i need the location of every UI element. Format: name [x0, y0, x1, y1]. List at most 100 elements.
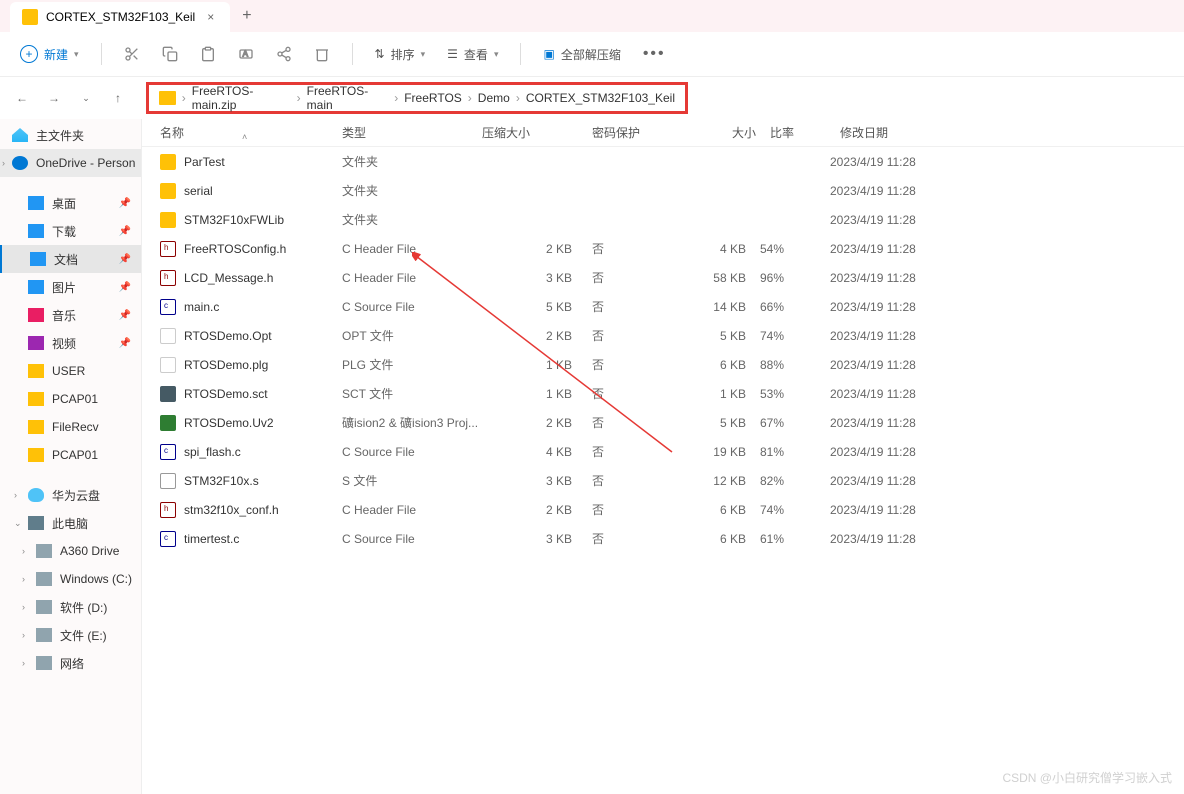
sidebar-drive[interactable]: ›A360 Drive	[0, 537, 141, 565]
file-ratio: 81%	[760, 445, 830, 459]
back-button[interactable]: ←	[10, 86, 34, 110]
file-ratio: 54%	[760, 242, 830, 256]
new-tab-button[interactable]: +	[230, 7, 263, 25]
folder-icon	[30, 252, 46, 266]
breadcrumb-segment[interactable]: CORTEX_STM32F103_Keil	[520, 91, 681, 105]
file-row[interactable]: ParTest 文件夹 2023/4/19 11:28	[142, 147, 1184, 176]
active-tab[interactable]: CORTEX_STM32F103_Keil ×	[10, 2, 230, 32]
new-button[interactable]: + 新建 ▾	[12, 41, 87, 67]
file-name: stm32f10x_conf.h	[184, 503, 279, 517]
sidebar-drive[interactable]: ›文件 (E:)	[0, 621, 141, 649]
extract-all-button[interactable]: ▣ 全部解压缩	[535, 42, 628, 67]
sidebar-item[interactable]: 桌面📌	[0, 189, 141, 217]
rename-icon[interactable]: A	[230, 38, 262, 70]
chevron-right-icon[interactable]: ›	[22, 546, 25, 556]
sort-icon: ⇅	[375, 47, 385, 61]
sidebar-item-label: OneDrive - Person	[36, 156, 135, 170]
column-name[interactable]: 名称˄	[142, 124, 342, 141]
sidebar-item-label: 文档	[54, 251, 78, 268]
file-row[interactable]: serial 文件夹 2023/4/19 11:28	[142, 176, 1184, 205]
file-row[interactable]: stm32f10x_conf.h C Header File 2 KB 否 6 …	[142, 495, 1184, 524]
file-icon	[160, 473, 176, 489]
file-date: 2023/4/19 11:28	[830, 213, 970, 227]
chevron-right-icon[interactable]: ›	[22, 658, 25, 668]
file-size: 6 KB	[652, 532, 760, 546]
sort-button[interactable]: ⇅ 排序 ▾	[367, 42, 434, 67]
sidebar-item-label: 软件 (D:)	[60, 599, 107, 616]
annotation-arrow	[412, 252, 692, 472]
view-button[interactable]: ☰ 查看 ▾	[439, 42, 506, 67]
chevron-down-icon[interactable]: ⌄	[14, 518, 22, 529]
sidebar-drive[interactable]: › 软件 (D:)	[0, 593, 141, 621]
forward-button[interactable]: →	[42, 86, 66, 110]
column-csize[interactable]: 压缩大小	[482, 124, 592, 141]
file-csize: 2 KB	[482, 503, 582, 517]
pin-icon: 📌	[119, 282, 131, 293]
chevron-right-icon[interactable]: ›	[22, 574, 25, 584]
column-type[interactable]: 类型	[342, 124, 482, 141]
sidebar-home[interactable]: 主文件夹	[0, 121, 141, 149]
paste-icon[interactable]	[192, 38, 224, 70]
file-icon	[160, 531, 176, 547]
folder-icon	[28, 224, 44, 238]
body: 主文件夹 › OneDrive - Person 桌面📌下载📌文档📌图片📌音乐📌…	[0, 119, 1184, 794]
up-button[interactable]: ↑	[106, 86, 130, 110]
drive-icon	[36, 656, 52, 670]
pin-icon: 📌	[119, 254, 131, 265]
sidebar-item[interactable]: PCAP01	[0, 385, 141, 413]
pin-icon: 📌	[119, 310, 131, 321]
column-ratio[interactable]: 比率	[770, 124, 840, 141]
sidebar-thispc[interactable]: ⌄ 此电脑	[0, 509, 141, 537]
chevron-right-icon[interactable]: ›	[22, 630, 25, 640]
sidebar-drive[interactable]: ›网络	[0, 649, 141, 677]
file-icon	[160, 154, 176, 170]
sidebar-cloud[interactable]: › 华为云盘	[0, 481, 141, 509]
copy-icon[interactable]	[154, 38, 186, 70]
file-csize: 3 KB	[482, 474, 582, 488]
divider	[101, 43, 102, 65]
folder-icon	[22, 9, 38, 25]
sidebar-item[interactable]: 视频📌	[0, 329, 141, 357]
breadcrumb-segment[interactable]: FreeRTOS	[398, 91, 468, 105]
sidebar-item[interactable]: FileRecv	[0, 413, 141, 441]
chevron-right-icon[interactable]: ›	[22, 602, 25, 612]
sidebar-item[interactable]: 下载📌	[0, 217, 141, 245]
file-icon	[160, 502, 176, 518]
share-icon[interactable]	[268, 38, 300, 70]
delete-icon[interactable]	[306, 38, 338, 70]
sidebar-item[interactable]: 音乐📌	[0, 301, 141, 329]
close-icon[interactable]: ×	[203, 10, 218, 24]
file-date: 2023/4/19 11:28	[830, 184, 970, 198]
sidebar: 主文件夹 › OneDrive - Person 桌面📌下载📌文档📌图片📌音乐📌…	[0, 119, 142, 794]
chevron-down-icon: ▾	[74, 49, 79, 60]
sort-asc-icon: ˄	[242, 132, 247, 142]
file-row[interactable]: STM32F10xFWLib 文件夹 2023/4/19 11:28	[142, 205, 1184, 234]
chevron-right-icon[interactable]: ›	[2, 158, 5, 168]
file-ratio: 53%	[760, 387, 830, 401]
file-row[interactable]: timertest.c C Source File 3 KB 否 6 KB 61…	[142, 524, 1184, 553]
folder-icon	[28, 420, 44, 434]
cut-icon[interactable]	[116, 38, 148, 70]
sidebar-item[interactable]: 图片📌	[0, 273, 141, 301]
breadcrumb-segment[interactable]: FreeRTOS-main.zip	[186, 84, 297, 112]
sidebar-onedrive[interactable]: › OneDrive - Person	[0, 149, 141, 177]
sidebar-item[interactable]: USER	[0, 357, 141, 385]
chevron-right-icon[interactable]: ›	[14, 490, 17, 500]
column-protect[interactable]: 密码保护	[592, 124, 662, 141]
file-icon	[160, 444, 176, 460]
breadcrumb-segment[interactable]: Demo	[472, 91, 516, 105]
column-date[interactable]: 修改日期	[840, 124, 980, 141]
breadcrumb[interactable]: › FreeRTOS-main.zip › FreeRTOS-main › Fr…	[146, 82, 688, 114]
more-button[interactable]: •••	[635, 41, 674, 67]
file-date: 2023/4/19 11:28	[830, 445, 970, 459]
recent-button[interactable]: ⌄	[74, 86, 98, 110]
folder-icon	[28, 196, 44, 210]
file-ratio: 66%	[760, 300, 830, 314]
sidebar-item-label: 主文件夹	[36, 127, 84, 144]
column-size[interactable]: 大小	[662, 124, 770, 141]
sidebar-item[interactable]: 文档 📌	[0, 245, 141, 273]
breadcrumb-segment[interactable]: FreeRTOS-main	[301, 84, 395, 112]
file-name: ParTest	[184, 155, 225, 169]
sidebar-item[interactable]: PCAP01	[0, 441, 141, 469]
sidebar-drive[interactable]: ›Windows (C:)	[0, 565, 141, 593]
